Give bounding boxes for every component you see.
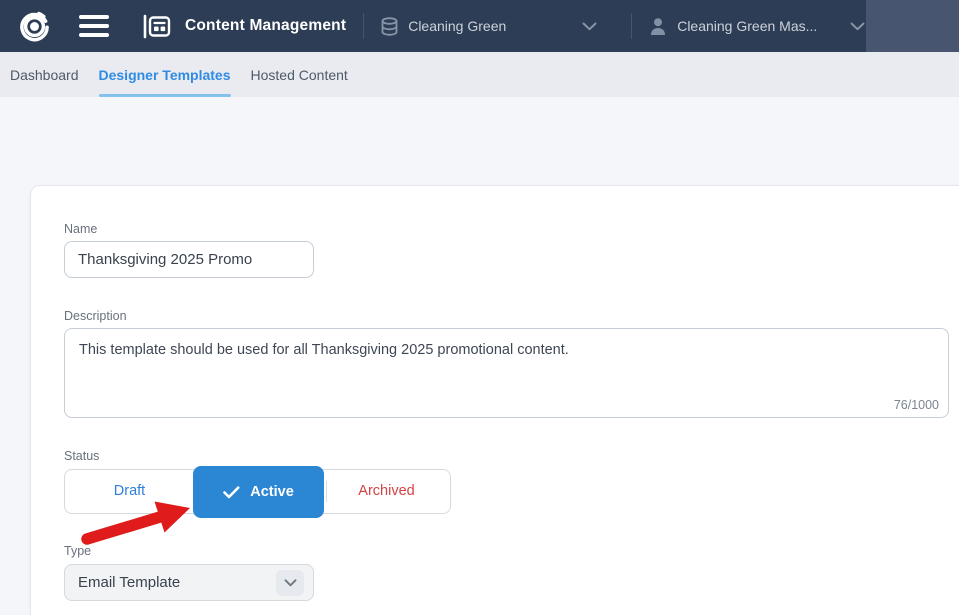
account-dropdown-label: Cleaning Green — [408, 18, 507, 34]
type-select[interactable]: Email Template — [64, 564, 314, 601]
name-label: Name — [64, 222, 98, 236]
user-icon — [651, 17, 666, 35]
type-select-value: Email Template — [78, 574, 181, 591]
chevron-down-icon — [582, 22, 597, 30]
top-navbar: Content Management Cleaning Green Cleani… — [0, 0, 959, 52]
tab-bar: Dashboard Designer Templates Hosted Cont… — [0, 52, 959, 97]
navbar-right-panel — [866, 0, 959, 52]
status-option-active-label: Active — [250, 484, 294, 500]
chevron-down-icon[interactable] — [276, 570, 304, 596]
content-management-icon — [143, 14, 171, 38]
tab-hosted-content[interactable]: Hosted Content — [241, 52, 358, 97]
page-title: Content Management — [185, 17, 347, 34]
description-label: Description — [64, 309, 127, 323]
main-area: Name Description This template should be… — [0, 97, 959, 615]
template-settings-card: Name Description This template should be… — [30, 185, 959, 615]
status-option-active[interactable]: Active — [193, 466, 324, 518]
description-text: This template should be used for all Tha… — [79, 342, 569, 358]
status-label: Status — [64, 449, 100, 463]
chevron-down-icon — [850, 22, 865, 30]
account-dropdown[interactable]: Cleaning Green — [364, 0, 614, 52]
char-counter: 76/1000 — [893, 398, 939, 412]
database-icon — [381, 16, 398, 36]
user-dropdown-label: Cleaning Green Mas... — [677, 18, 818, 34]
tab-dashboard[interactable]: Dashboard — [0, 52, 89, 97]
description-textarea[interactable]: This template should be used for all Tha… — [64, 328, 949, 418]
check-icon — [223, 485, 240, 498]
ontraport-logo-icon[interactable] — [19, 11, 50, 42]
status-option-archived[interactable]: Archived — [322, 470, 451, 513]
type-label: Type — [64, 544, 92, 558]
tab-designer-templates[interactable]: Designer Templates — [89, 52, 241, 97]
menu-icon[interactable] — [79, 15, 109, 37]
user-dropdown[interactable]: Cleaning Green Mas... — [632, 0, 882, 52]
name-input[interactable] — [64, 241, 314, 278]
status-option-draft[interactable]: Draft — [65, 470, 194, 513]
status-segmented-control: Draft Archived Active — [64, 466, 451, 518]
